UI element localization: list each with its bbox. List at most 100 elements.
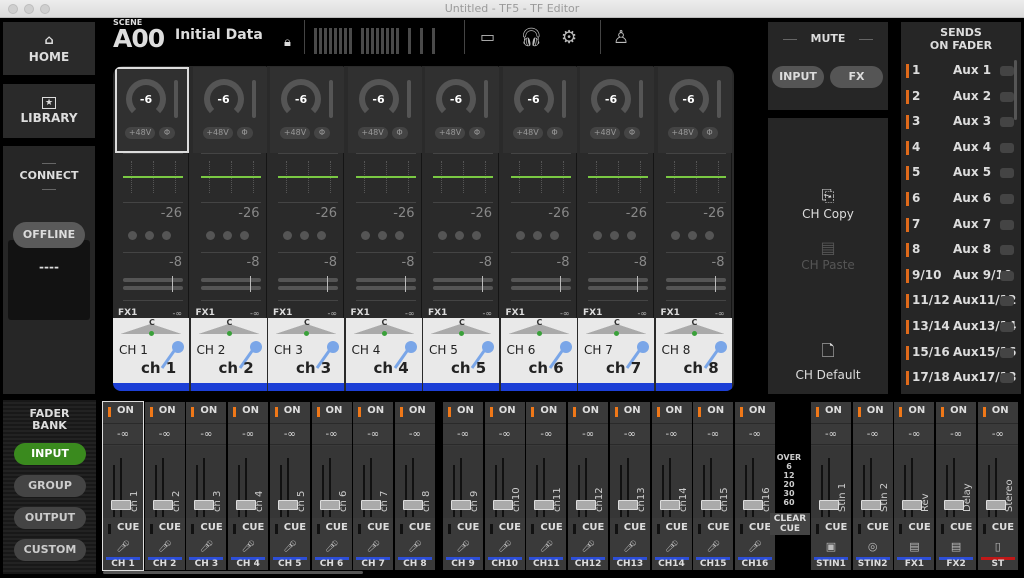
fader-channel[interactable]: ON -∞ ch12 CUE 🎤︎ CH12 — [568, 402, 609, 570]
on-button[interactable]: ON — [610, 402, 650, 422]
fx-send-value[interactable]: -∞ — [715, 309, 725, 318]
comp-threshold[interactable]: -8 — [634, 255, 647, 270]
send-item[interactable]: 4 Aux 4 — [906, 136, 1014, 161]
fader-channel[interactable]: ON -∞ ch 1 CUE 🎤︎ CH 1 — [102, 401, 144, 571]
fader-area[interactable]: ch 9 — [443, 446, 483, 518]
phase-button[interactable]: Φ — [314, 127, 330, 139]
send-item[interactable]: 2 Aux 2 — [906, 85, 1014, 110]
eq-curve[interactable] — [510, 176, 571, 178]
clear-cue-button[interactable]: CLEAR CUE — [770, 513, 810, 535]
fader-area[interactable]: ch 1 — [103, 446, 143, 518]
fader-area[interactable]: Stereo — [977, 446, 1018, 518]
fader-channel[interactable]: ON -∞ Stereo CUE ▯ ST — [977, 402, 1018, 570]
fader-knob[interactable] — [534, 500, 555, 510]
cue-button[interactable]: CUE — [652, 519, 692, 539]
channel-name-box[interactable]: C CH 1 ch 1 — [113, 318, 189, 383]
fader-area[interactable]: ch16 — [734, 446, 775, 518]
phantom-power-button[interactable]: +48V — [512, 127, 543, 139]
fader-bank-output-button[interactable]: OUTPUT — [14, 507, 86, 529]
cue-button[interactable]: CUE — [312, 519, 352, 539]
on-button[interactable]: ON — [978, 402, 1018, 422]
ch-copy-button[interactable]: ⎘ CH Copy — [768, 186, 888, 221]
fader-knob[interactable] — [659, 500, 680, 510]
send-level-bar[interactable] — [510, 286, 571, 290]
cue-button[interactable]: CUE — [811, 519, 851, 539]
send-item[interactable]: 9/10 Aux 9/10 — [906, 264, 1014, 289]
send-level-bar[interactable] — [123, 286, 183, 290]
send-level-bar[interactable] — [278, 278, 338, 282]
phase-button[interactable]: Φ — [469, 127, 485, 139]
channel-strip[interactable]: -6 +48V Φ -26 -8 FX1 -∞ C CH 7 ch 7 — [578, 66, 654, 391]
gate-threshold[interactable]: -26 — [471, 206, 492, 221]
channel-strip[interactable]: -6 +48V Φ -26 -8 FX1 -∞ C CH 3 ch 3 — [268, 66, 344, 391]
cue-button[interactable]: CUE — [145, 519, 185, 539]
on-button[interactable]: ON — [443, 402, 483, 422]
on-button[interactable]: ON — [936, 402, 976, 422]
home-button[interactable]: ⌂ HOME — [3, 22, 95, 75]
phase-button[interactable]: Φ — [236, 127, 253, 139]
fader-channel[interactable]: ON -∞ StIn 2 CUE ◎ STIN2 — [852, 402, 893, 570]
comp-threshold[interactable]: -8 — [324, 255, 337, 270]
on-button[interactable]: ON — [312, 402, 352, 422]
on-button[interactable]: ON — [652, 402, 692, 422]
phantom-power-button[interactable]: +48V — [667, 127, 698, 139]
gain-knob[interactable]: -6 — [436, 79, 476, 119]
on-button[interactable]: ON — [270, 402, 310, 422]
cue-button[interactable]: CUE — [228, 519, 268, 539]
gain-section[interactable]: -6 +48V Φ — [657, 67, 732, 153]
gain-knob[interactable]: -6 — [126, 79, 166, 119]
on-button[interactable]: ON — [145, 402, 185, 422]
comp-threshold[interactable]: -8 — [712, 255, 725, 270]
send-item[interactable]: 11/12 Aux11/12 — [906, 289, 1016, 314]
fader-bank-custom-button[interactable]: CUSTOM — [14, 539, 86, 561]
fader-area[interactable]: ch 2 — [144, 446, 185, 518]
channel-strip[interactable]: -6 +48V Φ -26 -8 FX1 -∞ C CH 4 ch 4 — [345, 66, 422, 391]
send-item[interactable]: 5 Aux 5 — [906, 161, 1014, 186]
fader-knob[interactable] — [576, 500, 597, 510]
send-item[interactable]: 1 Aux 1 — [906, 59, 1014, 84]
fader-channel[interactable]: ON -∞ ch15 CUE 🎤︎ CH15 — [693, 402, 734, 570]
send-item[interactable]: 7 Aux 7 — [906, 213, 1014, 238]
fader-channel[interactable]: ON -∞ ch 4 CUE 🎤︎ CH 4 — [228, 402, 269, 570]
comp-threshold[interactable]: -8 — [169, 255, 182, 270]
channel-strip[interactable]: -6 +48V Φ -26 -8 FX1 -∞ C CH 8 ch 8 — [655, 66, 732, 391]
on-button[interactable]: ON — [811, 402, 851, 422]
fader-knob[interactable] — [985, 500, 1006, 510]
send-level-bar[interactable] — [433, 278, 493, 282]
fader-area[interactable]: Rev — [894, 446, 935, 518]
fader-area[interactable]: ch 7 — [353, 446, 394, 518]
cue-button[interactable]: CUE — [610, 519, 650, 539]
gain-knob[interactable]: -6 — [358, 79, 399, 119]
fader-area[interactable]: ch11 — [526, 446, 567, 518]
fader-area[interactable]: ch14 — [651, 446, 692, 518]
fx-send-value[interactable]: -∞ — [250, 309, 260, 318]
send-item[interactable]: 15/16 Aux15/16 — [906, 341, 1016, 366]
channel-strip[interactable]: -6 +48V Φ -26 -8 FX1 -∞ C CH 5 ch 5 — [423, 66, 499, 391]
cue-button[interactable]: CUE — [186, 519, 226, 539]
fader-channel[interactable]: ON -∞ ch16 CUE 🎤︎ CH16 — [734, 402, 775, 570]
eq-curve[interactable] — [200, 176, 261, 178]
gate-threshold[interactable]: -26 — [626, 206, 647, 221]
cue-button[interactable]: CUE — [978, 519, 1018, 539]
ch-default-button[interactable]: 🗋︎ CH Default — [768, 340, 888, 382]
fader-area[interactable]: Delay — [936, 446, 977, 518]
send-level-bar[interactable] — [200, 278, 261, 282]
on-button[interactable]: ON — [353, 402, 393, 422]
fader-channel[interactable]: ON -∞ ch 3 CUE 🎤︎ CH 3 — [186, 402, 227, 570]
fader-knob[interactable] — [111, 500, 131, 510]
fader-area[interactable]: ch 3 — [186, 446, 227, 518]
send-level-bar[interactable] — [588, 278, 648, 282]
phantom-power-button[interactable]: +48V — [590, 127, 620, 139]
user-icon[interactable]: ♙ — [613, 27, 629, 48]
on-button[interactable]: ON — [693, 402, 733, 422]
fader-channel[interactable]: ON -∞ ch 2 CUE 🎤︎ CH 2 — [144, 402, 185, 570]
send-item[interactable]: 17/18 Aux17/18 — [906, 366, 1016, 391]
cue-button[interactable]: CUE — [353, 519, 393, 539]
on-button[interactable]: ON — [485, 402, 525, 422]
fader-knob[interactable] — [361, 500, 382, 510]
channel-name-box[interactable]: C CH 6 ch 6 — [500, 318, 577, 383]
cue-button[interactable]: CUE — [443, 519, 483, 539]
fader-channel[interactable]: ON -∞ ch14 CUE 🎤︎ CH14 — [651, 402, 692, 570]
send-level-bar[interactable] — [665, 278, 726, 282]
scene-number[interactable]: A00 — [113, 24, 165, 53]
